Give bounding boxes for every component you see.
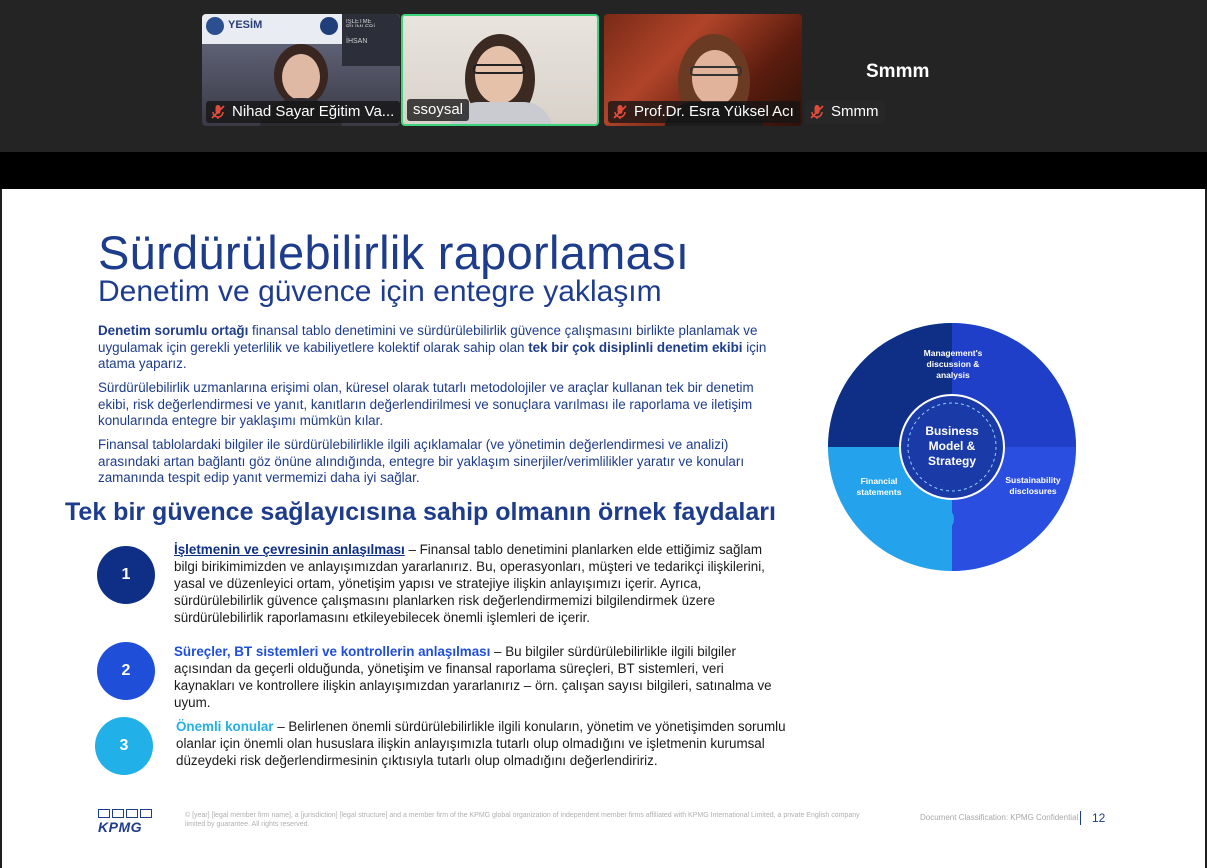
institution-logo-icon bbox=[206, 17, 224, 35]
kpmg-logo-text: KPMG bbox=[98, 819, 142, 835]
kpmg-logo-boxes-icon bbox=[98, 809, 152, 818]
segment-label-top: Management's bbox=[924, 348, 983, 358]
participant-name: ssoysal bbox=[413, 101, 464, 118]
puzzle-knob bbox=[858, 371, 880, 393]
center-label: Business bbox=[925, 424, 979, 438]
segment-label-right: Sustainability bbox=[1005, 475, 1061, 485]
participant-tile-3[interactable]: Prof.Dr. Esra Yüksel Acı bbox=[604, 14, 802, 126]
participant-face bbox=[692, 50, 738, 106]
paragraph-2: Sürdürülebilirlik uzmanlarına erişimi ol… bbox=[98, 380, 754, 428]
mic-muted-icon bbox=[211, 105, 225, 119]
participant-name-bar: Prof.Dr. Esra Yüksel Acı bbox=[608, 101, 800, 123]
mic-muted-icon bbox=[810, 105, 824, 119]
benefit-item-3: Önemli konular – Belirlenen önemli sürdü… bbox=[176, 718, 788, 769]
meeting-video-strip: YESİM Nihad Sayar Eğitim Vakfı İŞLETME B… bbox=[0, 0, 1207, 152]
share-top-bar bbox=[0, 152, 1207, 189]
kpmg-logo: KPMG bbox=[98, 809, 152, 835]
participant-name-bar: Nihad Sayar Eğitim Va... bbox=[206, 101, 400, 123]
benefits-heading: Tek bir güvence sağlayıcısına sahip olma… bbox=[65, 498, 776, 526]
segment-label-right: disclosures bbox=[1009, 486, 1057, 496]
puzzle-knob bbox=[930, 507, 954, 531]
number-badge-1: 1 bbox=[97, 546, 155, 604]
university-logo-icon bbox=[320, 17, 338, 35]
participant-name-bar[interactable]: Smmm bbox=[805, 100, 885, 124]
benefit-item-1: İşletmenin ve çevresinin anlaşılması – F… bbox=[174, 541, 786, 626]
logo-text: İŞLETME BİLİMLERİ bbox=[346, 19, 375, 27]
logo-text: Nihad Sayar Eğitim Vakfı bbox=[266, 19, 314, 20]
segment-label-top: discussion & bbox=[927, 359, 980, 369]
page-number: 12 bbox=[1092, 811, 1106, 825]
participant-name: Nihad Sayar Eğitim Va... bbox=[232, 103, 395, 120]
participant-4-display-name: Smmm bbox=[866, 61, 930, 82]
participant-tile-1[interactable]: YESİM Nihad Sayar Eğitim Vakfı İŞLETME B… bbox=[202, 14, 400, 126]
participant-name-bar: ssoysal bbox=[407, 99, 470, 121]
segment-label-left: Financial bbox=[861, 476, 898, 486]
shared-slide: Sürdürülebilirlik raporlaması Denetim ve… bbox=[2, 189, 1205, 868]
paragraph-3: Finansal tablolardaki bilgiler ile sürdü… bbox=[98, 437, 745, 485]
logo-text: YESİM bbox=[228, 19, 263, 31]
participant-face bbox=[475, 46, 523, 104]
logo-text: İHSAN bbox=[346, 38, 368, 45]
segment-label-top: analysis bbox=[936, 370, 970, 380]
center-label: Model & bbox=[929, 439, 976, 453]
glasses-icon bbox=[473, 64, 525, 74]
business-model-wheel-diagram: Business Model & Strategy Management's d… bbox=[828, 323, 1076, 571]
benefit-item-2: Süreçler, BT sistemleri ve kontrollerin … bbox=[174, 643, 786, 711]
participant-name: Smmm bbox=[831, 103, 879, 120]
glasses-icon bbox=[690, 66, 742, 76]
mic-muted-icon bbox=[613, 105, 627, 119]
benefit-lead: İşletmenin ve çevresinin anlaşılması bbox=[174, 542, 405, 557]
participant-tile-2-active[interactable]: ssoysal bbox=[401, 14, 599, 126]
number-badge-2: 2 bbox=[97, 642, 155, 700]
paragraph-1: Denetim sorumlu ortağı finansal tablo de… bbox=[98, 323, 783, 373]
center-label: Strategy bbox=[928, 454, 976, 468]
segment-label-left: statements bbox=[857, 487, 902, 497]
benefit-lead: Önemli konular bbox=[176, 719, 274, 734]
footer-copyright: © [year] [legal member firm name], a [ju… bbox=[185, 812, 860, 828]
slide-title: Sürdürülebilirlik raporlaması bbox=[98, 226, 690, 279]
puzzle-knob bbox=[1018, 398, 1042, 422]
slide-subtitle: Denetim ve güvence için entegre yaklaşım bbox=[98, 275, 662, 308]
paragraph-bold: Denetim sorumlu ortağı bbox=[98, 323, 249, 338]
participant-name: Prof.Dr. Esra Yüksel Acı bbox=[634, 103, 794, 120]
participant-face bbox=[282, 54, 320, 100]
benefit-lead: Süreçler, BT sistemleri ve kontrollerin … bbox=[174, 644, 491, 659]
footer-divider bbox=[1080, 811, 1081, 825]
document-classification: Document Classification: KPMG Confidenti… bbox=[920, 813, 1079, 822]
paragraph-bold: tek bir çok disiplinli denetim ekibi bbox=[528, 339, 743, 355]
number-badge-3: 3 bbox=[95, 717, 153, 775]
